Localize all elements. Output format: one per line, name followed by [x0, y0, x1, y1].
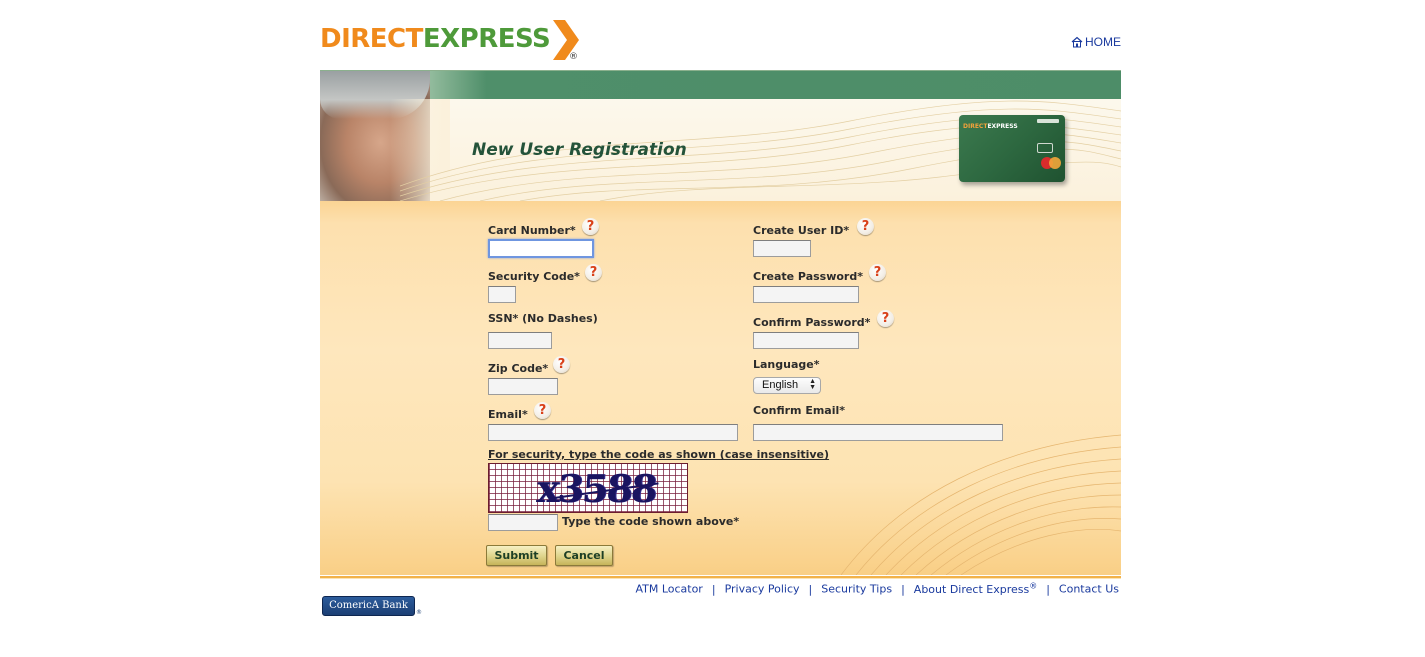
zip-code-help-icon[interactable]: ? — [553, 356, 570, 373]
footer-separator: | — [1046, 582, 1050, 596]
footer-separator: | — [711, 582, 716, 596]
home-link-label: HOME — [1085, 35, 1121, 49]
create-password-input[interactable] — [753, 286, 859, 303]
about-link-label: About Direct Express — [913, 582, 1030, 596]
comerica-bank-logo: ComericA Bank — [322, 596, 415, 616]
zip-code-input[interactable] — [488, 378, 558, 395]
email-help-icon[interactable]: ? — [534, 402, 551, 419]
language-select[interactable]: English ▲ ▼ — [753, 377, 821, 394]
contact-us-link[interactable]: Contact Us — [1059, 583, 1119, 596]
cancel-button[interactable]: Cancel — [555, 545, 613, 566]
create-password-label: Create Password* — [753, 270, 863, 283]
atm-locator-link[interactable]: ATM Locator — [635, 583, 702, 596]
captcha-input[interactable] — [488, 514, 558, 531]
card-number-help-icon[interactable]: ? — [582, 218, 599, 235]
security-tips-link[interactable]: Security Tips — [821, 583, 892, 596]
language-label: Language* — [753, 358, 820, 371]
create-password-help-icon[interactable]: ? — [869, 264, 886, 281]
footer-separator: | — [901, 582, 905, 596]
privacy-policy-link[interactable]: Privacy Policy — [725, 583, 800, 596]
confirm-password-input[interactable] — [753, 332, 859, 349]
security-code-input[interactable] — [488, 286, 516, 303]
registration-form: Card Number* ? Security Code* ? SSN* (No… — [320, 201, 1121, 575]
captcha-instruction-link[interactable]: For security, type the code as shown (ca… — [488, 448, 829, 461]
logo-text: DIRECTEXPRESS — [320, 24, 551, 54]
card-stripe — [1037, 119, 1059, 123]
submit-button[interactable]: Submit — [486, 545, 547, 566]
card-number-input[interactable] — [488, 239, 594, 258]
create-user-id-input[interactable] — [753, 240, 811, 257]
home-link[interactable]: HOME — [1071, 35, 1121, 49]
captcha-image: x3588 — [488, 463, 688, 513]
logo-direct: DIRECT — [320, 24, 423, 54]
footer-separator: | — [808, 582, 813, 596]
confirm-password-help-icon[interactable]: ? — [877, 310, 894, 327]
comerica-registered-mark: ® — [416, 609, 422, 616]
direct-express-logo[interactable]: DIRECTEXPRESS ® — [320, 18, 585, 64]
select-arrows-icon: ▲ ▼ — [809, 378, 816, 391]
card-chip — [1037, 143, 1053, 153]
card-number-label: Card Number* — [488, 224, 576, 237]
email-input[interactable] — [488, 424, 738, 441]
footer-divider-light — [320, 578, 1121, 579]
create-user-id-label: Create User ID* — [753, 224, 850, 237]
card-logo: DIRECTEXPRESS — [963, 123, 1018, 130]
home-icon — [1071, 36, 1083, 48]
card-logo-direct: DIRECT — [963, 123, 988, 130]
language-selected-value: English — [762, 379, 799, 391]
confirm-email-label: Confirm Email* — [753, 404, 846, 417]
banner: New User Registration DIRECTEXPRESS — [320, 71, 1121, 201]
confirm-password-label: Confirm Password* — [753, 316, 871, 329]
page-title: New User Registration — [472, 140, 687, 160]
security-code-help-icon[interactable]: ? — [585, 264, 602, 281]
zip-code-label: Zip Code* — [488, 362, 549, 375]
security-code-label: Security Code* — [488, 270, 580, 283]
ssn-label: SSN* (No Dashes) — [488, 312, 598, 325]
card-logo-express: EXPRESS — [987, 123, 1018, 130]
mastercard-icon-overlap — [1049, 157, 1061, 169]
about-registered-mark: ® — [1029, 581, 1038, 590]
captcha-code-text: x3588 — [535, 466, 657, 511]
ssn-input[interactable] — [488, 332, 552, 349]
logo-registered-mark: ® — [569, 52, 578, 62]
logo-express: EXPRESS — [422, 24, 551, 54]
confirm-email-input[interactable] — [753, 424, 1003, 441]
email-label: Email* — [488, 408, 528, 421]
debit-card-image: DIRECTEXPRESS — [959, 115, 1065, 182]
footer-links: ATM Locator | Privacy Policy | Security Tips… — [635, 581, 1119, 596]
captcha-input-label: Type the code shown above* — [562, 515, 740, 528]
about-direct-express-link[interactable]: About Direct Express® — [913, 581, 1038, 596]
create-user-id-help-icon[interactable]: ? — [857, 218, 874, 235]
